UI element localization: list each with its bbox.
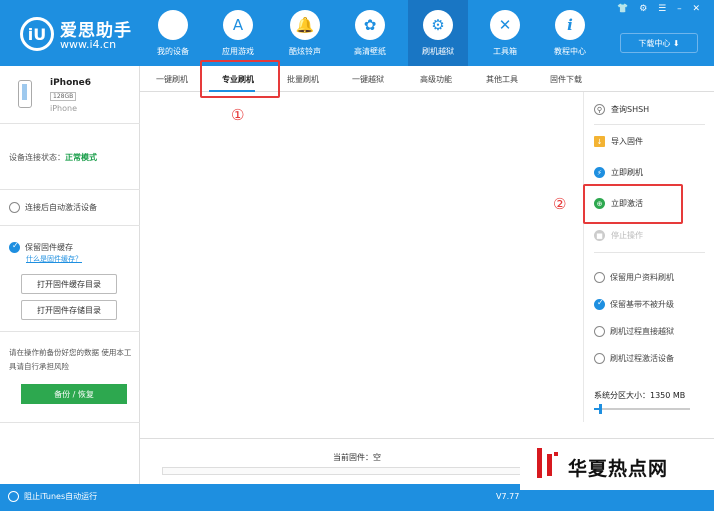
status-value: 正常模式 — [65, 153, 97, 162]
device-name: iPhone6 — [50, 78, 92, 88]
auto-activate-option[interactable]: 连接后自动激活设备 — [0, 190, 140, 226]
option-radio[interactable] — [594, 298, 605, 310]
left-panel: iPhone6 128GB iPhone 设备连接状态：正常模式 连接后自动激活… — [0, 66, 140, 484]
watermark: 华夏热点网 — [520, 440, 714, 490]
watermark-logo-mark — [537, 448, 542, 478]
download-center-button[interactable]: 下载中心 ⬇ — [620, 33, 698, 53]
auto-activate-label: 连接后自动激活设备 — [25, 203, 97, 212]
keep-cache-label: 保留固件缓存 — [25, 243, 73, 252]
nav-label: 我的设备 — [157, 47, 189, 56]
tab-one-click-jailbreak[interactable]: 一键越狱 — [352, 74, 384, 85]
open-store-dir-button[interactable]: 打开固件存储目录 — [21, 300, 117, 320]
flash-icon: ⚡ — [594, 167, 605, 178]
header-bar: iU 爱思助手 www.i4.cn 我的设备 A 应用游戏 🔔 酷炫铃声 ✿ 高… — [0, 0, 714, 66]
nav-wallpapers[interactable]: ✿ 高清壁纸 — [345, 10, 395, 57]
jailbreak-during-flash-option[interactable]: 刷机过程直接越狱 — [594, 326, 674, 337]
nav-ringtones[interactable]: 🔔 酷炫铃声 — [280, 10, 330, 57]
import-firmware-action[interactable]: ↓ 导入固件 — [594, 136, 643, 147]
watermark-logo-mark — [547, 454, 552, 476]
brand-url: www.i4.cn — [60, 38, 117, 51]
annotation-box-2 — [583, 184, 683, 224]
query-shsh-action[interactable]: ⚲ 查询SHSH — [594, 104, 649, 115]
watermark-logo-mark — [554, 452, 558, 456]
option-label: 刷机过程直接越狱 — [610, 327, 674, 336]
option-label: 刷机过程激活设备 — [610, 354, 674, 363]
annotation-box-1 — [200, 60, 280, 98]
flower-icon: ✿ — [355, 10, 385, 40]
open-cache-dir-button[interactable]: 打开固件缓存目录 — [21, 274, 117, 294]
apple-icon — [158, 10, 188, 40]
option-label: 保留用户资料刷机 — [610, 273, 674, 282]
keep-user-data-option[interactable]: 保留用户资料刷机 — [594, 272, 674, 283]
flash-box-icon: ⚙ — [423, 10, 453, 40]
info-icon: i — [555, 10, 585, 40]
risk-warning: 请在操作前备份好您的数据 使用本工具请自行承担风险 — [9, 348, 132, 371]
block-itunes-label: 阻止iTunes自动运行 — [24, 492, 98, 501]
nav-label: 高清壁纸 — [354, 47, 386, 56]
what-is-cache-link[interactable]: 什么是固件缓存？ — [26, 254, 82, 264]
activate-during-flash-option[interactable]: 刷机过程激活设备 — [594, 353, 674, 364]
tab-firmware-download[interactable]: 固件下载 — [550, 74, 582, 85]
flash-now-action[interactable]: ⚡ 立即刷机 — [594, 167, 643, 178]
partition-size-label: 系统分区大小：1350 MB — [594, 391, 686, 400]
nav-label: 工具箱 — [493, 47, 517, 56]
tab-one-click-flash[interactable]: 一键刷机 — [156, 74, 188, 85]
tab-advanced[interactable]: 高级功能 — [420, 74, 452, 85]
slider-handle[interactable] — [598, 404, 602, 414]
nav-tutorials[interactable]: i 教程中心 — [545, 10, 595, 57]
import-folder-icon: ↓ — [594, 136, 605, 147]
keep-cache-option[interactable]: 保留固件缓存 — [9, 241, 73, 253]
search-shsh-icon: ⚲ — [594, 104, 605, 115]
action-label: 停止操作 — [611, 231, 643, 240]
option-radio[interactable] — [594, 272, 605, 283]
nav-label: 刷机越狱 — [422, 47, 454, 56]
phone-icon — [18, 80, 32, 108]
annotation-mark-1: ① — [231, 106, 245, 124]
nav-label: 酷炫铃声 — [289, 47, 321, 56]
nav-flash-jailbreak[interactable]: ⚙ 刷机越狱 — [413, 10, 463, 57]
divider — [594, 252, 705, 253]
annotation-mark-2: ② — [553, 195, 567, 213]
connection-status: 设备连接状态：正常模式 — [0, 124, 140, 190]
block-itunes-radio[interactable] — [8, 491, 19, 502]
tools-icon: ✕ — [490, 10, 520, 40]
partition-size-slider[interactable] — [594, 404, 690, 414]
device-card[interactable]: iPhone6 128GB iPhone — [0, 66, 140, 124]
firmware-progress-bar — [162, 467, 522, 475]
nav-apps[interactable]: A 应用游戏 — [213, 10, 263, 57]
stop-icon: ■ — [594, 230, 605, 241]
app-store-icon: A — [223, 10, 253, 40]
keep-baseband-option[interactable]: 保留基带不被升级 — [594, 298, 674, 310]
tab-other-tools[interactable]: 其他工具 — [486, 74, 518, 85]
device-type: iPhone — [50, 104, 78, 113]
auto-activate-radio[interactable] — [9, 202, 20, 213]
option-radio[interactable] — [594, 353, 605, 364]
device-capacity: 128GB — [50, 92, 77, 101]
option-radio[interactable] — [594, 326, 605, 337]
nav-toolbox[interactable]: ✕ 工具箱 — [480, 10, 530, 57]
action-label: 导入固件 — [611, 137, 643, 146]
current-firmware-label: 当前固件：空 — [333, 453, 381, 462]
backup-restore-button[interactable]: 备份 / 恢复 — [21, 384, 127, 404]
tab-batch-flash[interactable]: 批量刷机 — [287, 74, 319, 85]
status-label: 设备连接状态： — [9, 153, 65, 162]
action-label: 立即刷机 — [611, 168, 643, 177]
option-label: 保留基带不被升级 — [610, 300, 674, 309]
keep-cache-checkbox[interactable] — [9, 241, 20, 253]
firmware-cache-section: 保留固件缓存 什么是固件缓存？ 打开固件缓存目录 打开固件存储目录 — [0, 226, 140, 332]
action-panel: ⚲ 查询SHSH ↓ 导入固件 ⚡ 立即刷机 ⊕ 立即激活 ■ 停止操作 保留用… — [583, 92, 714, 422]
divider — [0, 422, 140, 423]
nav-label: 教程中心 — [554, 47, 586, 56]
logo-icon: iU — [20, 17, 54, 51]
stop-action[interactable]: ■ 停止操作 — [594, 230, 643, 241]
window-controls[interactable]: 👕 ⚙ ☰ – ✕ — [617, 4, 704, 14]
nav-my-device[interactable]: 我的设备 — [148, 10, 198, 57]
action-label: 查询SHSH — [611, 105, 650, 114]
divider — [594, 124, 705, 125]
watermark-text: 华夏热点网 — [568, 458, 669, 480]
nav-label: 应用游戏 — [222, 47, 254, 56]
version-label: V7.77 — [496, 492, 520, 501]
block-itunes-option[interactable]: 阻止iTunes自动运行 — [8, 491, 97, 502]
bell-icon: 🔔 — [290, 10, 320, 40]
